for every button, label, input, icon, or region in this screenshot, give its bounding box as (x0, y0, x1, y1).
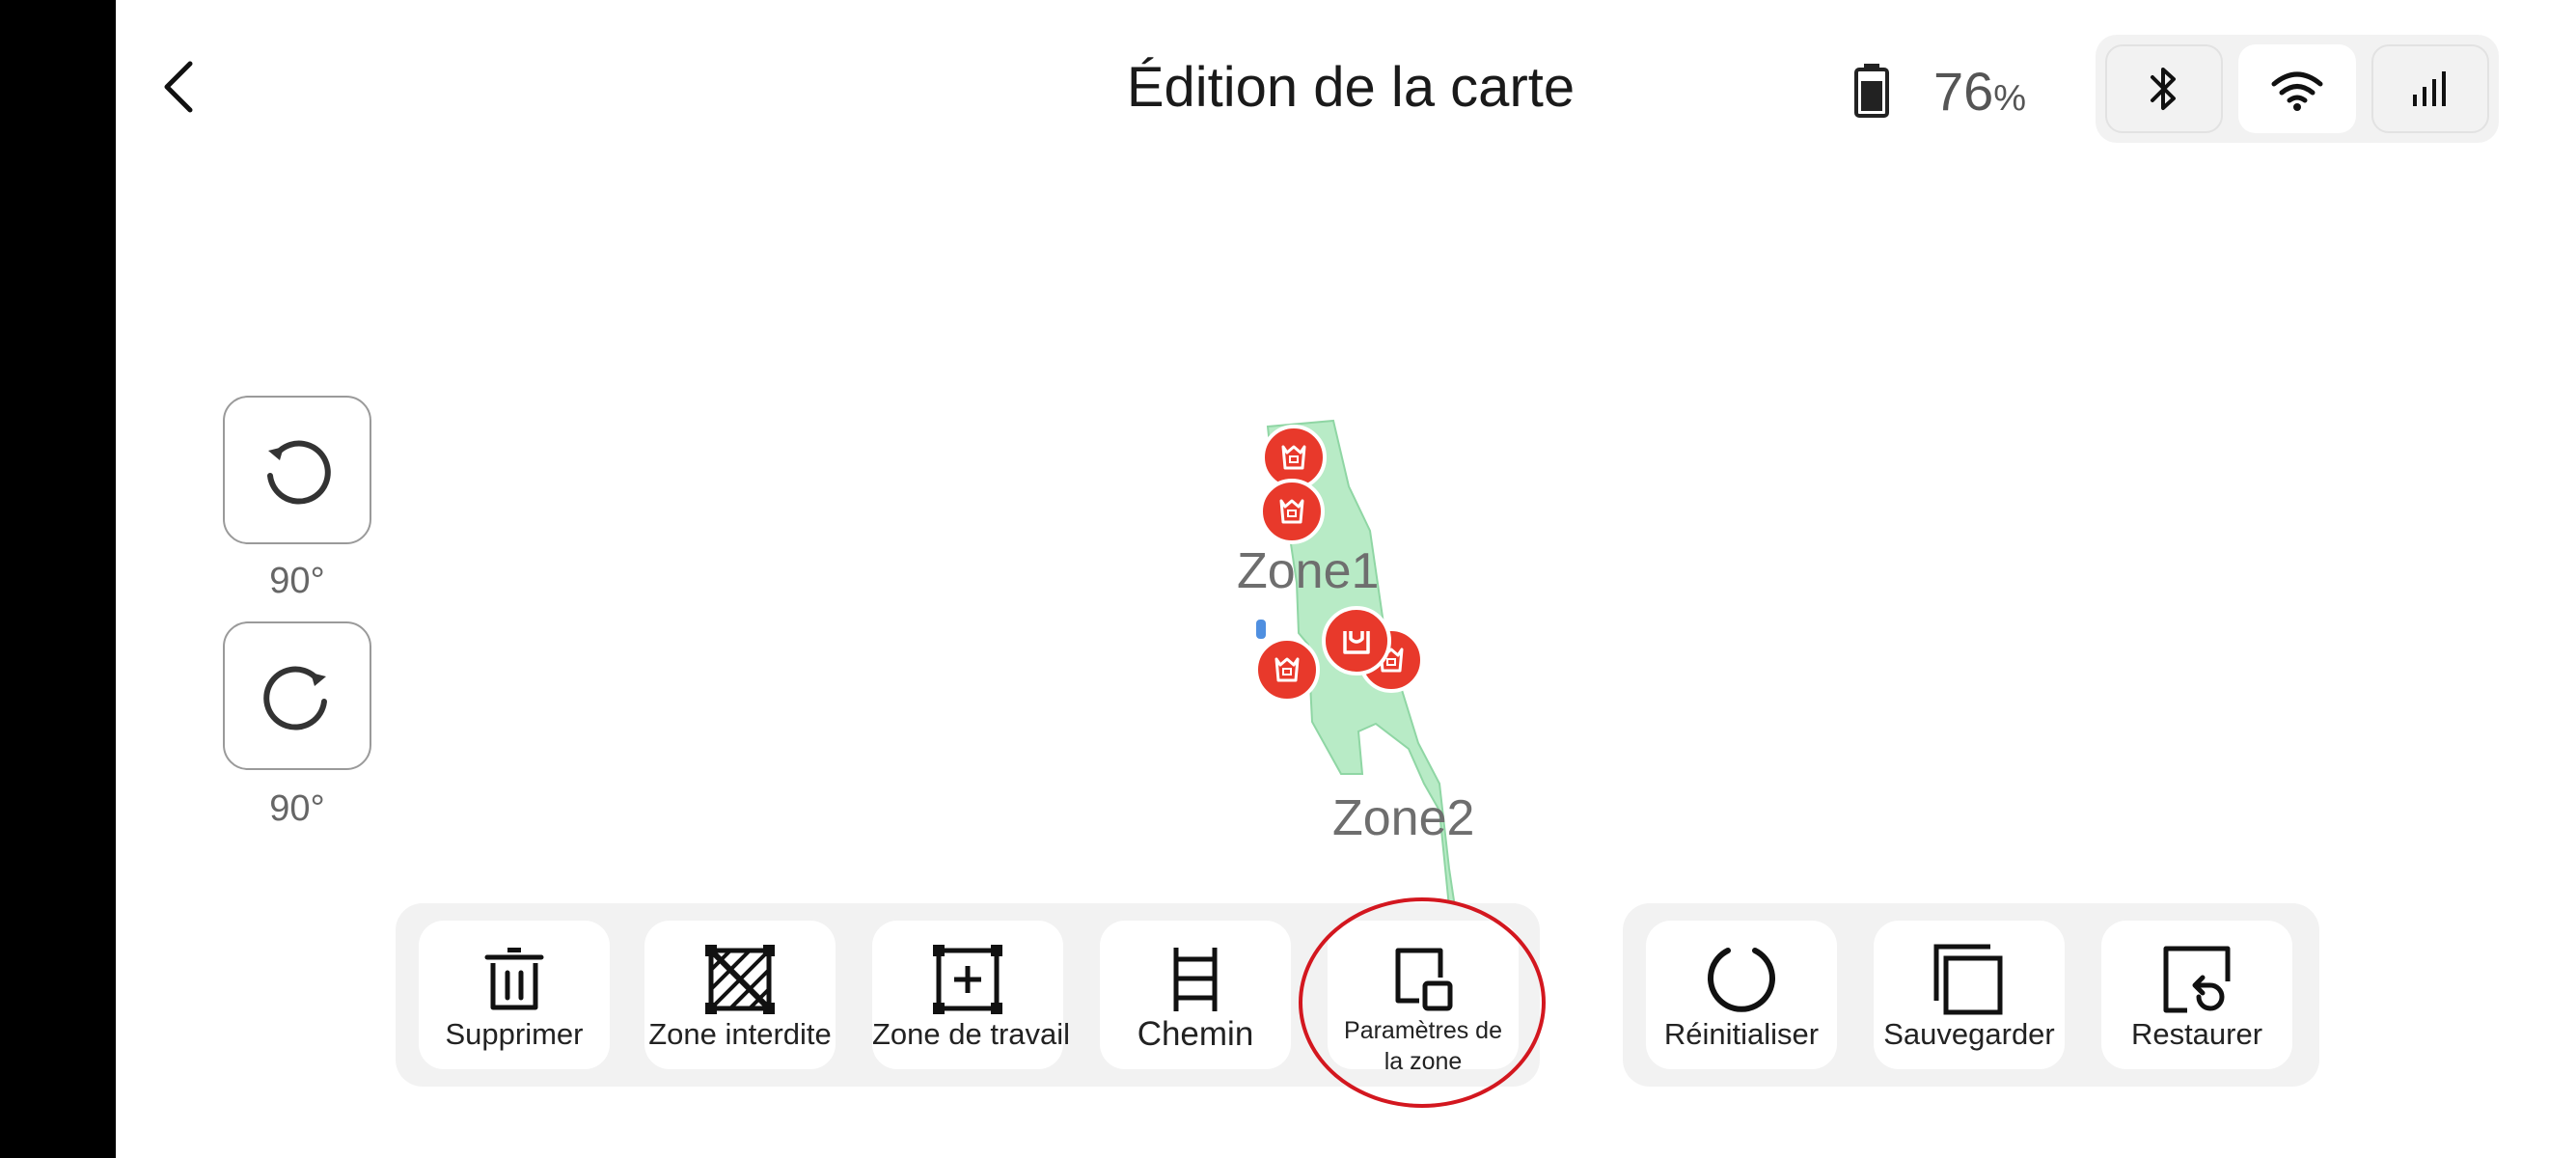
delete-button[interactable]: Supprimer (419, 921, 610, 1069)
restore-button[interactable]: Restaurer (2101, 921, 2292, 1069)
save-label: Sauvegarder (1883, 1017, 2055, 1051)
no-go-zone-label: Zone interdite (648, 1017, 832, 1051)
no-go-zone-button[interactable]: Zone interdite (644, 921, 836, 1069)
cellular-signal-icon (2413, 71, 2446, 106)
wifi-icon (2271, 71, 2323, 111)
battery-icon (1852, 62, 1891, 118)
cellular-button[interactable] (2371, 44, 2489, 133)
reset-icon (1708, 948, 1775, 1012)
left-black-strip (0, 0, 116, 1158)
base-station-icon (1343, 631, 1370, 654)
path-button[interactable]: Chemin (1100, 921, 1291, 1069)
zone-marker[interactable] (1259, 479, 1325, 544)
save-copy-icon (1933, 944, 2003, 1015)
no-go-zone-icon (705, 945, 775, 1014)
bluetooth-icon (2151, 68, 2176, 110)
work-zone-button[interactable]: Zone de travail (872, 921, 1071, 1069)
zone-marker[interactable] (1254, 637, 1320, 703)
battery-unit: % (1993, 78, 2027, 119)
castle-marker-icon (1281, 445, 1306, 470)
battery-level: 76% (1933, 58, 2026, 132)
zone-label-1: Zone1 (1237, 543, 1380, 599)
zone-settings-label: Paramètres de la zone (1344, 1017, 1502, 1075)
reset-label: Réinitialiser (1663, 1017, 1820, 1051)
castle-marker-icon (1279, 499, 1304, 524)
page-title: Édition de la carte (1126, 56, 1576, 119)
rotate-cw-icon (263, 666, 327, 731)
path-ladder-icon (1173, 948, 1218, 1011)
battery-value: 76 (1933, 61, 1994, 122)
rotate-ccw-label: 90° (269, 561, 325, 601)
work-zone-icon (933, 945, 1002, 1014)
back-button[interactable] (154, 58, 203, 116)
map-actions-toolbar: Réinitialiser Sauvegarder Restaurer (1623, 903, 2319, 1087)
chevron-left-icon (164, 61, 193, 113)
restore-icon (2163, 946, 2231, 1013)
zone-label-2: Zone2 (1332, 790, 1475, 846)
delete-label: Supprimer (445, 1017, 584, 1051)
trash-icon (484, 948, 544, 1010)
castle-marker-icon (1274, 657, 1300, 682)
rotate-clockwise-button[interactable] (223, 621, 371, 770)
restore-label: Restaurer (2130, 1017, 2263, 1051)
bluetooth-button[interactable] (2105, 44, 2223, 133)
save-button[interactable]: Sauvegarder (1874, 921, 2065, 1069)
rotate-ccw-icon (267, 440, 331, 505)
work-zone-label: Zone de travail (872, 1017, 1071, 1051)
edit-toolbar: Supprimer Zone interdite Zone de travail… (396, 903, 1540, 1087)
rotate-cw-label: 90° (269, 788, 325, 829)
rotate-counterclockwise-button[interactable] (223, 396, 371, 544)
base-station-marker[interactable] (1322, 606, 1391, 676)
reset-button[interactable]: Réinitialiser (1646, 921, 1837, 1069)
connection-mode-selector (2096, 35, 2499, 143)
zone-settings-icon (1395, 948, 1453, 1011)
wifi-button[interactable] (2238, 44, 2356, 133)
zone-settings-button[interactable]: Paramètres de la zone (1328, 921, 1519, 1075)
path-label: Chemin (1137, 1015, 1254, 1053)
